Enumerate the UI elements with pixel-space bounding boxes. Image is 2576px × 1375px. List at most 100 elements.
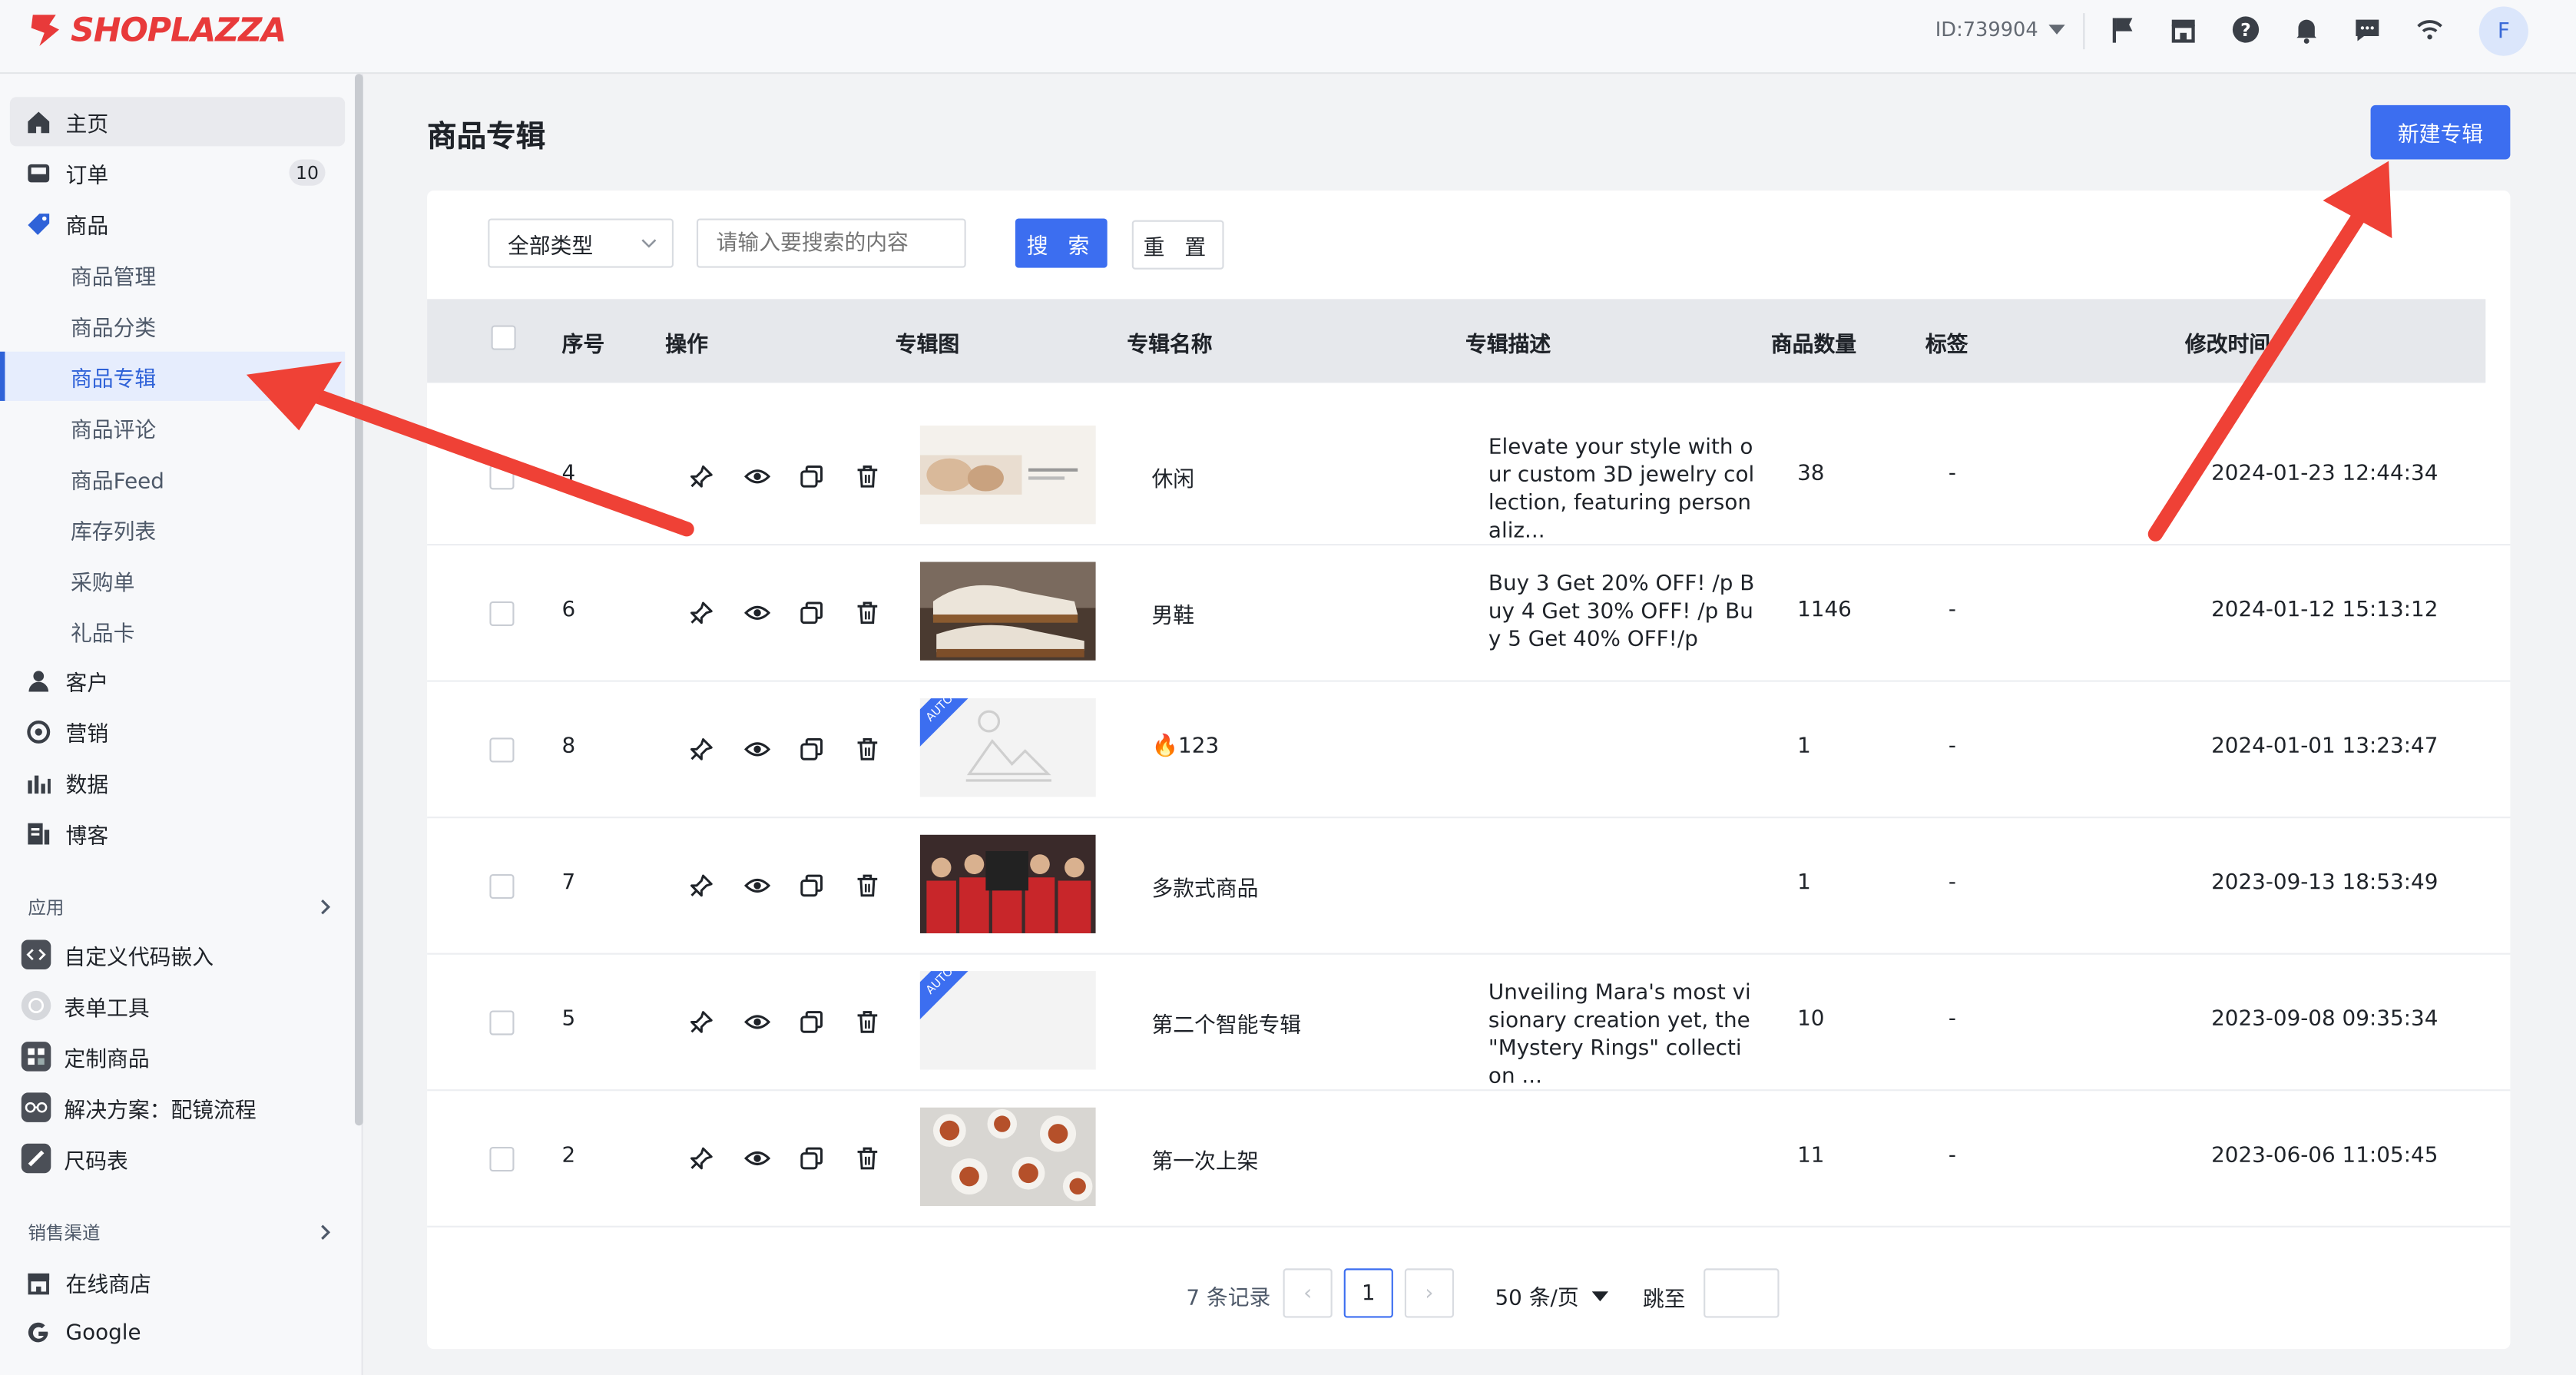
table-row[interactable]: 7 多款式商品 1 - 2023-09-13 18:53:49 — [427, 817, 2511, 955]
sidebar-sub-product-category[interactable]: 商品分类 — [0, 300, 345, 350]
sidebar-item-analytics[interactable]: 数据 — [10, 757, 345, 807]
copy-icon[interactable] — [799, 1145, 825, 1171]
collection-name[interactable]: 多款式商品 — [1151, 871, 1258, 902]
page-number-button[interactable]: 1 — [1343, 1268, 1393, 1318]
view-icon[interactable] — [743, 873, 771, 899]
sidebar-item-label: Google — [65, 1320, 141, 1345]
sidebar-sub-product-reviews[interactable]: 商品评论 — [0, 403, 345, 452]
sidebar-app-custom-code[interactable]: 自定义代码嵌入 — [10, 930, 345, 979]
sidebar-item-marketing[interactable]: 营销 — [10, 707, 345, 756]
total-records: 7 条记录 — [1186, 1286, 1271, 1311]
wifi-icon[interactable] — [2415, 15, 2445, 45]
pin-icon[interactable] — [688, 1009, 714, 1035]
sidebar-sub-gift-cards[interactable]: 礼品卡 — [0, 606, 345, 655]
view-icon[interactable] — [743, 463, 771, 489]
prev-page-button[interactable]: ‹ — [1283, 1268, 1333, 1318]
row-checkbox[interactable] — [489, 601, 515, 626]
delete-icon[interactable] — [854, 600, 880, 626]
sidebar-item-customers[interactable]: 客户 — [10, 655, 345, 704]
row-seq: 4 — [561, 462, 576, 487]
message-icon[interactable] — [2353, 15, 2382, 45]
delete-icon[interactable] — [854, 873, 880, 899]
sidebar-app-custom-product[interactable]: 定制商品 — [10, 1032, 345, 1081]
copy-icon[interactable] — [799, 463, 825, 489]
help-icon[interactable]: ? — [2231, 15, 2261, 45]
bell-icon[interactable] — [2292, 15, 2322, 45]
collection-name[interactable]: 第二个智能专辑 — [1151, 1007, 1301, 1039]
sidebar-sub-inventory[interactable]: 库存列表 — [0, 505, 345, 554]
chevron-right-icon — [321, 1224, 331, 1240]
sidebar-item-label: 尺码表 — [64, 1149, 128, 1175]
sidebar-scrollbar[interactable] — [355, 74, 363, 1126]
collection-name[interactable]: 第一次上架 — [1151, 1144, 1258, 1175]
type-select[interactable]: 全部类型 — [488, 218, 674, 268]
collection-name[interactable]: 休闲 — [1151, 462, 1194, 493]
view-icon[interactable] — [743, 736, 771, 762]
collection-name[interactable]: 男鞋 — [1151, 598, 1194, 629]
copy-icon[interactable] — [799, 736, 825, 762]
table-row[interactable]: 5 AUTO 第二个智能专辑 Unveiling Mara's most vision… — [427, 953, 2511, 1092]
row-checkbox[interactable] — [489, 737, 515, 763]
logo[interactable]: SHOPLAZZA — [26, 10, 286, 49]
channels-section-header[interactable]: 销售渠道 — [28, 1219, 333, 1245]
row-checkbox[interactable] — [489, 465, 515, 490]
jump-page-input[interactable] — [1704, 1268, 1780, 1318]
sidebar-item-label: 主页 — [65, 112, 109, 138]
sidebar-channel-online-store[interactable]: 在线商店 — [10, 1257, 345, 1306]
copy-icon[interactable] — [799, 600, 825, 626]
row-checkbox[interactable] — [489, 1147, 515, 1172]
pin-icon[interactable] — [688, 1145, 714, 1171]
store-id-dropdown[interactable]: ID:739904 — [1935, 18, 2064, 41]
sidebar-app-glasses-solution[interactable]: 解决方案：配镜流程 — [10, 1083, 345, 1132]
view-icon[interactable] — [743, 1009, 771, 1035]
page-size-select[interactable]: 50 条/页 — [1495, 1280, 1609, 1311]
table-row[interactable]: 6 男鞋 Buy 3 Get 20% OFF! /p Buy 4 Get 30% O… — [427, 544, 2511, 682]
code-embed-icon — [21, 939, 51, 970]
table-row[interactable]: 8 AUTO 🔥123 1 - 2024-01-01 13:23:47 — [427, 681, 2511, 819]
sidebar-item-orders[interactable]: 订单 10 — [10, 148, 345, 197]
next-page-button[interactable]: › — [1404, 1268, 1455, 1318]
flag-icon[interactable] — [2109, 15, 2139, 45]
store-icon[interactable] — [2168, 15, 2198, 45]
sidebar-item-home[interactable]: 主页 — [9, 97, 346, 147]
pin-icon[interactable] — [688, 873, 714, 899]
sidebar-sub-purchase-orders[interactable]: 采购单 — [0, 555, 345, 605]
modified-time: 2023-09-13 18:53:49 — [2211, 870, 2439, 896]
avatar[interactable]: F — [2478, 6, 2528, 56]
sidebar-sub-product-feed[interactable]: 商品Feed — [0, 453, 345, 502]
view-icon[interactable] — [743, 1145, 771, 1171]
sidebar-app-form-tool[interactable]: 表单工具 — [10, 981, 345, 1030]
delete-icon[interactable] — [854, 1145, 880, 1171]
sidebar-channel-google[interactable]: Google — [10, 1308, 345, 1357]
product-count: 1146 — [1797, 598, 1852, 623]
pin-icon[interactable] — [688, 600, 714, 626]
delete-icon[interactable] — [854, 463, 880, 489]
select-all-checkbox[interactable] — [491, 325, 516, 350]
pin-icon[interactable] — [688, 736, 714, 762]
delete-icon[interactable] — [854, 1009, 880, 1035]
row-checkbox[interactable] — [489, 873, 515, 900]
sidebar-item-blog[interactable]: 博客 — [10, 808, 345, 857]
delete-icon[interactable] — [854, 736, 880, 762]
table-row[interactable]: 4 休闲 Elevate your style with our custom 3D… — [427, 407, 2511, 546]
collection-name[interactable]: 🔥123 — [1151, 734, 1219, 759]
search-input[interactable] — [696, 218, 966, 268]
search-button[interactable]: 搜 索 — [1015, 218, 1108, 268]
copy-icon[interactable] — [799, 873, 825, 899]
sidebar-sub-product-management[interactable]: 商品管理 — [0, 250, 345, 299]
glasses-icon — [21, 1092, 51, 1122]
tag-icon — [25, 210, 51, 237]
view-icon[interactable] — [743, 600, 771, 626]
row-checkbox[interactable] — [489, 1010, 515, 1035]
sidebar-sub-product-collection[interactable]: 商品专辑 — [0, 351, 346, 401]
new-collection-button[interactable]: 新建专辑 — [2370, 104, 2511, 160]
copy-icon[interactable] — [799, 1009, 825, 1035]
modified-time: 2023-09-08 09:35:34 — [2211, 1007, 2439, 1032]
apps-section-header[interactable]: 应用 — [28, 894, 333, 920]
table-row[interactable]: 2 第一次上架 11 - 2023-06-06 11:05:45 — [427, 1089, 2511, 1228]
pin-icon[interactable] — [688, 463, 714, 489]
chevron-right-icon — [321, 900, 331, 915]
sidebar-item-products[interactable]: 商品 — [10, 199, 345, 248]
sidebar-app-size-chart[interactable]: 尺码表 — [10, 1134, 345, 1183]
reset-button[interactable]: 重 置 — [1131, 220, 1224, 270]
